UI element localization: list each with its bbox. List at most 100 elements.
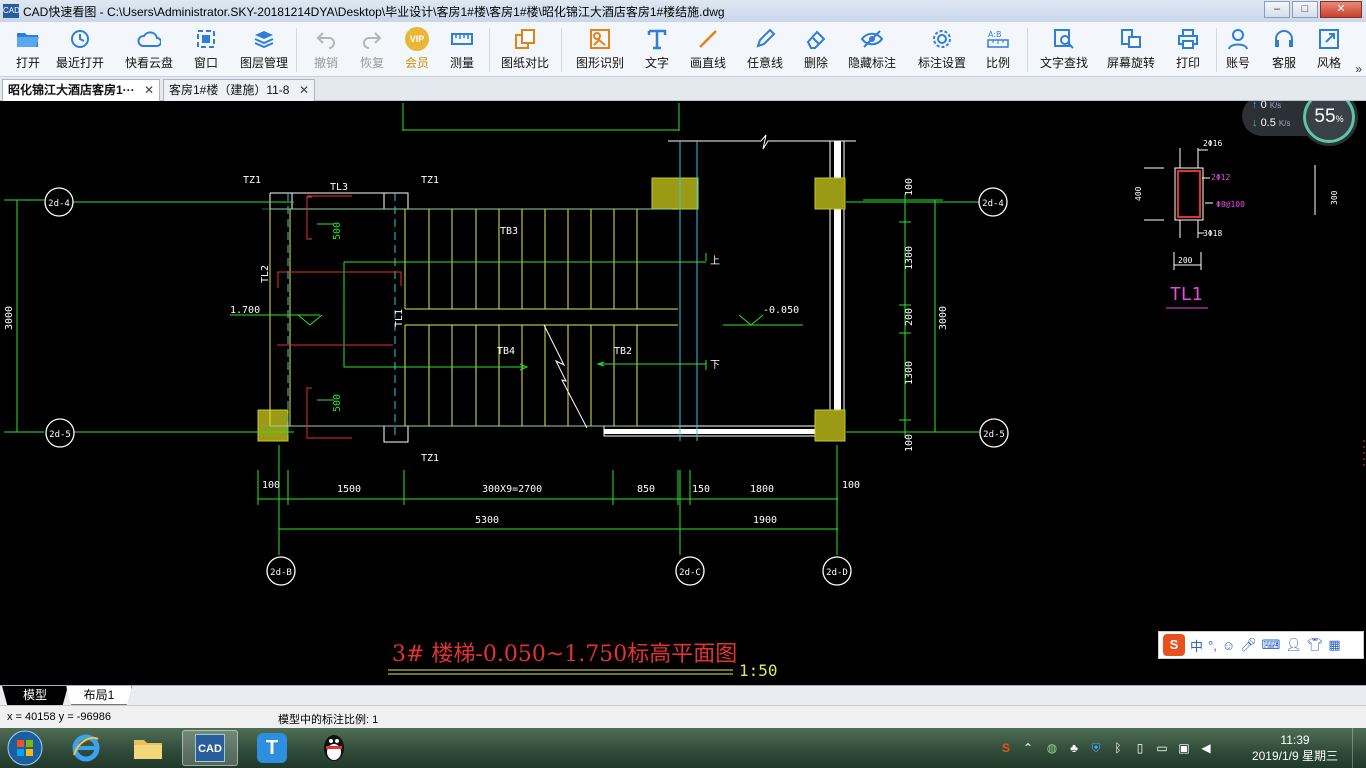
cloud-button[interactable]: 快看云盘 bbox=[121, 25, 177, 75]
text-t-icon bbox=[645, 27, 669, 51]
axis-label-2d-5-right: 2d-5 bbox=[983, 430, 1005, 440]
shield-icon[interactable]: ⛨ bbox=[1088, 740, 1104, 756]
ruler-icon bbox=[450, 27, 474, 51]
axis-label-2d-5-left: 2d-5 bbox=[49, 430, 71, 440]
expand-icon bbox=[1317, 27, 1341, 51]
layers-button[interactable]: 图层管理 bbox=[236, 25, 292, 75]
measure-label: 测量 bbox=[449, 56, 474, 70]
compare-button[interactable]: 图纸对比 bbox=[497, 25, 553, 75]
close-button[interactable]: ✕ bbox=[1320, 1, 1362, 18]
open-button[interactable]: 打开 bbox=[0, 25, 56, 75]
style-button[interactable]: 风格 bbox=[1301, 25, 1357, 75]
label-h100b: 100 bbox=[842, 480, 860, 491]
bluetooth-icon[interactable]: ᛒ bbox=[1110, 740, 1126, 756]
line-icon bbox=[696, 27, 720, 51]
label-h850: 850 bbox=[637, 484, 655, 495]
microphone-icon[interactable]: 🎤︎ bbox=[1240, 637, 1257, 653]
tab-close-icon[interactable]: ✕ bbox=[299, 80, 309, 100]
internet-explorer-icon bbox=[72, 734, 100, 762]
hide-marks-button[interactable]: 隐藏标注 bbox=[844, 25, 900, 75]
label-up-mark: 上 bbox=[710, 255, 720, 267]
show-desktop-button[interactable] bbox=[1352, 728, 1366, 768]
tray-chevron-icon[interactable]: ⌃ bbox=[1020, 740, 1036, 756]
label-dim3000-right: 3000 bbox=[938, 306, 949, 330]
maximize-button[interactable]: □ bbox=[1292, 1, 1318, 18]
volume-icon[interactable]: ◀ bbox=[1198, 740, 1214, 756]
ime-language[interactable]: 中 bbox=[1190, 636, 1203, 655]
section-dim300: 300 bbox=[1330, 190, 1339, 205]
text-button[interactable]: 文字 bbox=[629, 25, 685, 75]
t-app-taskbar-button[interactable]: T bbox=[244, 730, 300, 766]
qq-tray-icon[interactable]: ♣ bbox=[1066, 740, 1082, 756]
shape-recognition-button[interactable]: 图形识别 bbox=[572, 25, 628, 75]
mark-settings-button[interactable]: 标注设置 bbox=[914, 25, 970, 75]
scale-button[interactable]: A:B 比例 bbox=[970, 25, 1026, 75]
headset-icon bbox=[1272, 27, 1296, 51]
drawing-scale: 1:50 bbox=[739, 661, 778, 680]
more-tools-button[interactable]: » bbox=[1355, 62, 1362, 76]
search-text-icon bbox=[1052, 27, 1076, 51]
cad-drawing: 2d-4 2d-5 2d-4 2d-5 2d-B 2d-C 2d-D TZ1 T… bbox=[4, 103, 1365, 680]
main-toolbar: 打开 最近打开 快看云盘 窗口 图层管理 撤销 恢复 VIP 会员 测量 图纸对… bbox=[0, 22, 1366, 77]
tab-model[interactable]: 模型 bbox=[2, 686, 68, 705]
label-elev-minus-0050: -0.050 bbox=[763, 305, 799, 316]
system-clock[interactable]: 11:39 2019/1/9 星期三 bbox=[1252, 732, 1338, 764]
wechat-tray-icon[interactable]: ◍ bbox=[1044, 740, 1060, 756]
delete-button[interactable]: 删除 bbox=[788, 25, 844, 75]
text-label: 文字 bbox=[644, 56, 669, 70]
label-tl3: TL3 bbox=[330, 182, 348, 193]
tab-structure-drawing[interactable]: 昭化锦江大酒店客房1··· ✕ bbox=[2, 79, 160, 101]
rotate-screen-button[interactable]: 屏幕旋转 bbox=[1103, 25, 1159, 75]
label-dim3000-left: 3000 bbox=[4, 306, 15, 330]
window-label: 窗口 bbox=[193, 56, 218, 70]
ime-punctuation[interactable]: °, bbox=[1208, 638, 1217, 653]
label-r200: 200 bbox=[904, 308, 915, 326]
freeline-button[interactable]: 任意线 bbox=[737, 25, 793, 75]
label-r1300a: 1300 bbox=[904, 246, 915, 270]
print-button[interactable]: 打印 bbox=[1160, 25, 1216, 75]
style-label: 风格 bbox=[1316, 56, 1341, 70]
start-button[interactable] bbox=[0, 730, 50, 766]
network-icon[interactable]: ▣ bbox=[1176, 740, 1192, 756]
label-tz1-a: TZ1 bbox=[243, 175, 261, 186]
emoji-icon[interactable]: ☺ bbox=[1222, 638, 1235, 653]
window-title: CAD快速看图 - C:\Users\Administrator.SKY-201… bbox=[23, 4, 725, 19]
printer-icon bbox=[1176, 27, 1200, 51]
shirt-icon[interactable]: 👕︎ bbox=[1307, 637, 1324, 653]
open-label: 打开 bbox=[15, 56, 40, 70]
ime-toolbar[interactable]: S 中 °, ☺ 🎤︎ ⌨ 👤︎ 👕︎ ▦ bbox=[1158, 631, 1364, 659]
window-button[interactable]: 窗口 bbox=[178, 25, 234, 75]
net-speed-widget[interactable]: ↑ 0 K/s ↓ 0.5 K/s 55% bbox=[1242, 101, 1360, 146]
status-bar: x = 40158 y = -96986 模型中的标注比例: 1 bbox=[0, 705, 1366, 728]
tab-label: 昭化锦江大酒店客房1··· bbox=[8, 83, 135, 97]
minimize-button[interactable]: – bbox=[1264, 1, 1290, 18]
qq-penguin-icon bbox=[324, 735, 344, 761]
sogou-tray-icon[interactable]: S bbox=[998, 740, 1014, 756]
vip-badge-icon: VIP bbox=[405, 27, 429, 51]
qq-taskbar-button[interactable] bbox=[306, 730, 362, 766]
recent-label: 最近打开 bbox=[55, 56, 104, 70]
label-h100: 100 bbox=[262, 480, 280, 491]
tab-architecture-drawing[interactable]: 客房1#楼（建施）11-8 ✕ bbox=[163, 79, 315, 101]
drawing-canvas[interactable]: 2d-4 2d-5 2d-4 2d-5 2d-B 2d-C 2d-D TZ1 T… bbox=[0, 101, 1366, 685]
label-tz1-b: TZ1 bbox=[421, 175, 439, 186]
t-app-icon: T bbox=[257, 733, 287, 763]
keyboard-icon[interactable]: ⌨ bbox=[1262, 637, 1281, 653]
draw-line-button[interactable]: 画直线 bbox=[680, 25, 736, 75]
cad-app-icon: CAD bbox=[195, 734, 225, 762]
tab-layout1[interactable]: 布局1 bbox=[66, 686, 132, 705]
eye-hidden-icon bbox=[860, 27, 884, 51]
user-icon[interactable]: 👤︎ bbox=[1285, 637, 1302, 653]
cad-taskbar-button[interactable]: CAD bbox=[182, 730, 238, 766]
ie-taskbar-button[interactable] bbox=[58, 730, 114, 766]
screen-icon[interactable]: ▭ bbox=[1154, 740, 1170, 756]
measure-button[interactable]: 测量 bbox=[434, 25, 490, 75]
explorer-taskbar-button[interactable] bbox=[120, 730, 176, 766]
grid-icon[interactable]: ▦ bbox=[1328, 637, 1340, 653]
recent-button[interactable]: 最近打开 bbox=[52, 25, 108, 75]
layers-label: 图层管理 bbox=[239, 56, 288, 70]
device-icon[interactable]: ▯ bbox=[1132, 740, 1148, 756]
pen-icon bbox=[753, 27, 777, 51]
tab-close-icon[interactable]: ✕ bbox=[144, 80, 154, 100]
find-text-button[interactable]: 文字查找 bbox=[1033, 25, 1095, 75]
